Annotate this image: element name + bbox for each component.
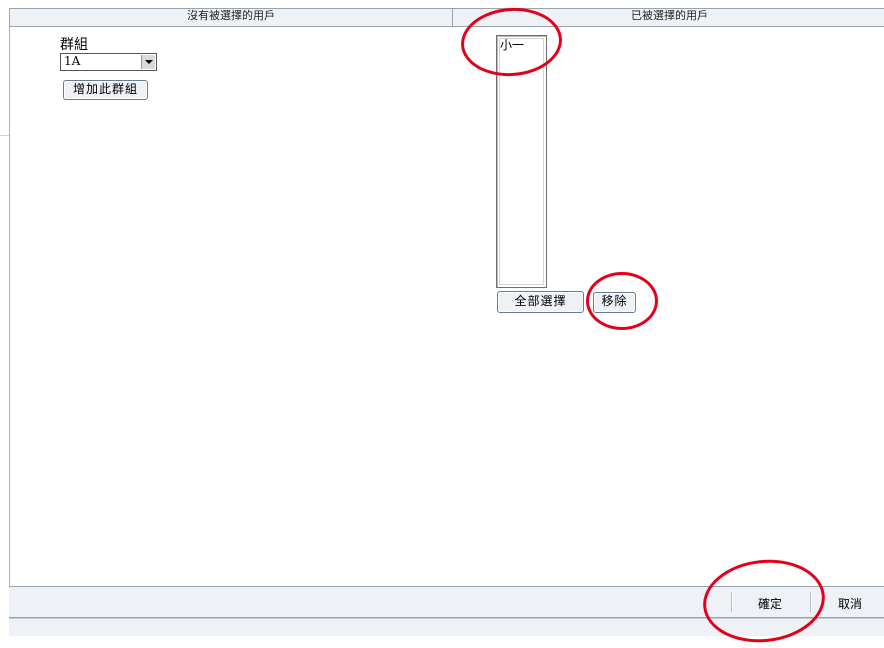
column-header-bar: 沒有被選擇的用戶 已被選擇的用戶: [9, 8, 884, 27]
group-label: 群組: [60, 37, 88, 53]
list-item[interactable]: 小一: [500, 38, 524, 52]
selected-users-listbox[interactable]: 小一: [496, 35, 547, 288]
edge-tick: [0, 135, 9, 136]
footer-divider: [810, 592, 811, 612]
footer-bar: 確定 取消: [9, 586, 884, 618]
unselected-users-header: 沒有被選擇的用戶: [187, 9, 275, 22]
cancel-button[interactable]: 取消: [838, 595, 862, 612]
listbox-frame: 小一: [499, 38, 544, 285]
left-border: [9, 27, 10, 587]
ok-button[interactable]: 確定: [758, 595, 782, 612]
remove-button[interactable]: 移除: [593, 292, 636, 313]
group-select[interactable]: 1A: [60, 53, 157, 71]
status-bar: [9, 618, 884, 636]
select-all-button[interactable]: 全部選擇: [497, 291, 584, 313]
group-select-value: 1A: [64, 54, 81, 68]
selected-users-header: 已被選擇的用戶: [452, 9, 884, 26]
chevron-down-icon[interactable]: [141, 55, 155, 69]
footer-divider: [731, 592, 732, 612]
add-group-button[interactable]: 增加此群組: [63, 80, 148, 100]
